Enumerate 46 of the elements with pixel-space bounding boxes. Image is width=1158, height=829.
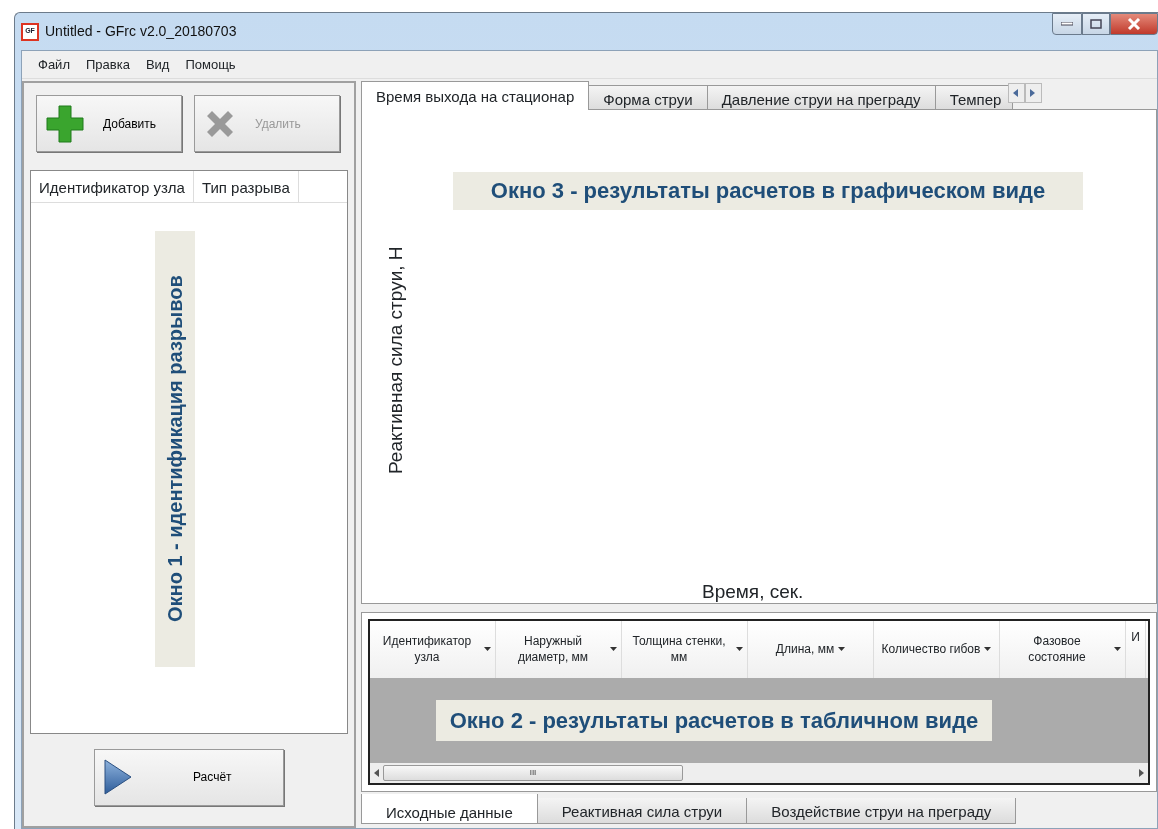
maximize-button[interactable] (1082, 13, 1110, 35)
left-arrow-icon (1013, 89, 1020, 97)
add-button[interactable]: Добавить (36, 95, 182, 152)
scroll-right-icon[interactable] (1139, 769, 1144, 778)
menu-item[interactable]: Файл (38, 54, 70, 75)
column-header[interactable]: Идентификатор узла (370, 621, 496, 678)
minimize-icon (1061, 22, 1073, 26)
dropdown-icon[interactable] (1114, 647, 1121, 652)
tab[interactable]: Время выхода на стационар (361, 81, 590, 110)
tab[interactable]: Реактивная сила струи (536, 798, 748, 825)
tab[interactable]: Воздействие струи на преграду (746, 798, 1017, 825)
menu-item[interactable]: Вид (145, 54, 170, 75)
minimize-button[interactable] (1052, 13, 1082, 35)
scrollbar-thumb[interactable]: III (383, 765, 683, 782)
axis-label: Время, сек. (702, 580, 804, 604)
dropdown-icon[interactable] (484, 647, 491, 652)
menu-item[interactable]: Правка (85, 54, 130, 75)
close-icon (1127, 18, 1141, 30)
column-header[interactable]: Наружный диаметр, мм (496, 621, 622, 678)
tab[interactable]: Исходные данные (361, 794, 538, 825)
column-header[interactable]: Фазовое состояние (1000, 621, 1126, 678)
dropdown-icon[interactable] (610, 647, 617, 652)
column-header[interactable]: Длина, мм (748, 621, 874, 678)
maximize-icon (1090, 19, 1102, 29)
column-header[interactable]: Тип разрыва (193, 171, 299, 202)
column-header[interactable]: Идентификатор узла (31, 171, 194, 202)
overlay-label: Окно 2 - результаты расчетов в табличном виде (435, 700, 993, 742)
overlay-label: Окно 1 - идентификация разрывов (155, 231, 195, 667)
scroll-left-icon[interactable] (374, 769, 379, 778)
tab[interactable]: Давление струи на преграду (706, 85, 936, 110)
run-button[interactable]: Расчёт (94, 748, 284, 806)
close-button[interactable] (1110, 13, 1158, 35)
dropdown-icon[interactable] (838, 647, 846, 652)
window-title: Untitled - GFrc v2.0_20180703 (45, 22, 237, 41)
axis-label: Реактивная сила струи, Н (384, 245, 407, 476)
tab[interactable]: Форма струи (588, 85, 708, 110)
plus-icon (45, 103, 85, 144)
overlay-label: Окно 3 - результаты расчетов в графическом виде (453, 172, 1083, 210)
column-header[interactable]: И (1126, 621, 1146, 678)
column-header[interactable]: Количество гибов (874, 621, 1000, 678)
play-icon (103, 758, 133, 796)
column-header[interactable]: Толщина стенки, мм (622, 621, 748, 678)
dropdown-icon[interactable] (736, 647, 743, 652)
right-arrow-icon (1030, 89, 1037, 97)
menu-item[interactable]: Помощь (185, 54, 236, 75)
dropdown-icon[interactable] (984, 647, 992, 652)
